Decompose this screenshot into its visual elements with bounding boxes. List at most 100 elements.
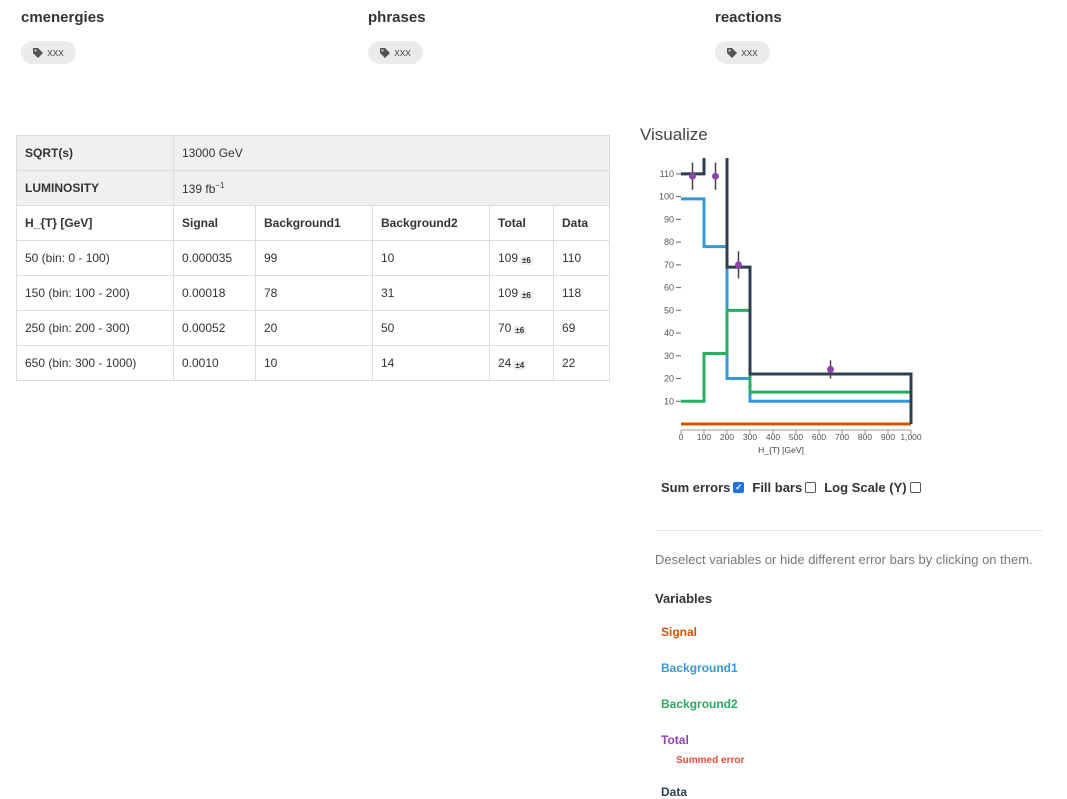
cell-total: 70 ±6 bbox=[489, 310, 554, 346]
error-badge: ±4 bbox=[513, 361, 527, 370]
sum-errors-label: Sum errors bbox=[661, 480, 731, 495]
x-axis-label: H_{T} [GeV] bbox=[758, 445, 804, 455]
series-line-background2 bbox=[681, 308, 913, 424]
keyword-tag-label: xxx bbox=[47, 46, 64, 59]
cell-bg2: 50 bbox=[372, 310, 490, 346]
x-tick-label: 200 bbox=[720, 432, 734, 442]
cell-signal: 0.00052 bbox=[173, 310, 256, 346]
fill-bars-toggle[interactable]: Fill bars bbox=[752, 480, 817, 495]
x-tick-label: 900 bbox=[881, 432, 895, 442]
x-tick-label: 0 bbox=[679, 432, 684, 442]
luminosity-value: 139 fb−1 bbox=[173, 170, 610, 206]
total-point bbox=[735, 261, 742, 269]
header-row: H_{T} [GeV] Signal Background1 Backgroun… bbox=[16, 205, 610, 241]
sum-errors-checkbox[interactable]: ✓ bbox=[733, 482, 745, 493]
keyword-title: reactions bbox=[715, 9, 782, 26]
x-tick-label: 700 bbox=[835, 432, 849, 442]
table-row: 50 (bin: 0 - 100) 0.000035 99 10 109 ±6 1… bbox=[16, 240, 610, 276]
keyword-tag[interactable]: xxx bbox=[368, 41, 423, 64]
x-tick-label: 800 bbox=[858, 432, 872, 442]
series-line-background1 bbox=[681, 197, 913, 424]
y-tick-label: 20 bbox=[664, 374, 674, 384]
x-tick-label: 300 bbox=[743, 432, 757, 442]
x-tick-label: 1,000 bbox=[900, 432, 922, 442]
cell-data: 118 bbox=[553, 275, 610, 311]
cell-signal: 0.00018 bbox=[173, 275, 256, 311]
total-point bbox=[712, 172, 719, 180]
y-tick-label: 60 bbox=[664, 283, 674, 293]
divider bbox=[656, 530, 1042, 531]
cell-bg2: 31 bbox=[372, 275, 490, 311]
variable-background2[interactable]: Background2 bbox=[661, 697, 738, 711]
visualize-title: Visualize bbox=[640, 125, 708, 144]
y-tick-label: 50 bbox=[664, 305, 674, 315]
cell-data: 22 bbox=[553, 345, 610, 381]
cell-ht: 250 (bin: 200 - 300) bbox=[16, 310, 174, 346]
tag-icon bbox=[727, 47, 738, 58]
cell-total: 109 ±6 bbox=[489, 240, 554, 276]
series-line-data bbox=[681, 158, 913, 424]
y-tick-label: 70 bbox=[664, 260, 674, 270]
cell-bg1: 20 bbox=[255, 310, 373, 346]
log-scale-label: Log Scale (Y) bbox=[824, 480, 907, 495]
x-tick-label: 500 bbox=[789, 432, 803, 442]
variable-signal[interactable]: Signal bbox=[661, 625, 697, 639]
luminosity-label: LUMINOSITY bbox=[16, 170, 174, 206]
log-scale-checkbox[interactable] bbox=[909, 482, 921, 493]
error-badge: ±6 bbox=[513, 326, 527, 335]
cell-bg2: 10 bbox=[372, 240, 490, 276]
x-tick-label: 600 bbox=[812, 432, 826, 442]
keyword-tag[interactable]: xxx bbox=[715, 41, 770, 64]
sqrt-label: SQRT(s) bbox=[16, 135, 174, 171]
col-header-data: Data bbox=[553, 205, 610, 241]
cell-ht: 150 (bin: 100 - 200) bbox=[16, 275, 174, 311]
sqrt-row: SQRT(s) 13000 GeV bbox=[16, 135, 610, 171]
cell-data: 110 bbox=[553, 240, 610, 276]
col-header-background1: Background1 bbox=[255, 205, 373, 241]
y-tick-label: 110 bbox=[660, 169, 674, 179]
cell-bg1: 99 bbox=[255, 240, 373, 276]
fill-bars-checkbox[interactable] bbox=[805, 482, 817, 493]
table-row: 250 (bin: 200 - 300) 0.00052 20 50 70 ±6 … bbox=[16, 310, 610, 346]
col-header-signal: Signal bbox=[173, 205, 256, 241]
variables-heading: Variables bbox=[655, 591, 713, 606]
tag-icon bbox=[380, 47, 391, 58]
data-table: SQRT(s) 13000 GeV LUMINOSITY 139 fb−1 H_… bbox=[16, 135, 610, 381]
error-badge: ±6 bbox=[520, 256, 533, 265]
variable-data[interactable]: Data bbox=[661, 785, 687, 799]
sum-errors-toggle[interactable]: Sum errors ✓ bbox=[661, 480, 745, 495]
y-tick-label: 30 bbox=[664, 351, 674, 361]
y-tick-label: 80 bbox=[664, 237, 674, 247]
col-header-ht: H_{T} [GeV] bbox=[16, 205, 174, 241]
keyword-tag[interactable]: xxx bbox=[21, 41, 76, 64]
cell-ht: 50 (bin: 0 - 100) bbox=[16, 240, 174, 276]
keyword-tag-label: xxx bbox=[741, 46, 758, 59]
table-row: 150 (bin: 100 - 200) 0.00018 78 31 109 ±6… bbox=[16, 275, 610, 311]
y-tick-label: 40 bbox=[664, 328, 674, 338]
variable-background1[interactable]: Background1 bbox=[661, 661, 738, 675]
chart-controls: Sum errors ✓ Fill bars Log Scale (Y) bbox=[661, 480, 929, 495]
keyword-title: phrases bbox=[368, 9, 426, 26]
variable-total[interactable]: Total bbox=[661, 733, 689, 747]
cell-total: 24 ±4 bbox=[489, 345, 554, 381]
hint-text: Deselect variables or hide different err… bbox=[655, 552, 1033, 567]
total-point bbox=[689, 172, 696, 180]
cell-bg1: 10 bbox=[255, 345, 373, 381]
cell-ht: 650 (bin: 300 - 1000) bbox=[16, 345, 174, 381]
y-tick-label: 10 bbox=[664, 396, 674, 406]
sqrt-value: 13000 GeV bbox=[173, 135, 610, 171]
luminosity-row: LUMINOSITY 139 fb−1 bbox=[16, 170, 610, 206]
cell-signal: 0.0010 bbox=[173, 345, 256, 381]
summed-error-toggle[interactable]: Summed error bbox=[676, 755, 744, 766]
x-tick-label: 400 bbox=[766, 432, 780, 442]
cell-total: 109 ±6 bbox=[489, 275, 554, 311]
keyword-tag-label: xxx bbox=[394, 46, 411, 59]
table-row: 650 (bin: 300 - 1000) 0.0010 10 14 24 ±4 … bbox=[16, 345, 610, 381]
y-tick-label: 90 bbox=[664, 214, 674, 224]
total-point bbox=[827, 365, 834, 373]
error-badge: ±6 bbox=[520, 291, 533, 300]
x-tick-label: 100 bbox=[697, 432, 711, 442]
col-header-total: Total bbox=[489, 205, 554, 241]
log-scale-toggle[interactable]: Log Scale (Y) bbox=[824, 480, 921, 495]
y-tick-label: 100 bbox=[659, 192, 674, 202]
